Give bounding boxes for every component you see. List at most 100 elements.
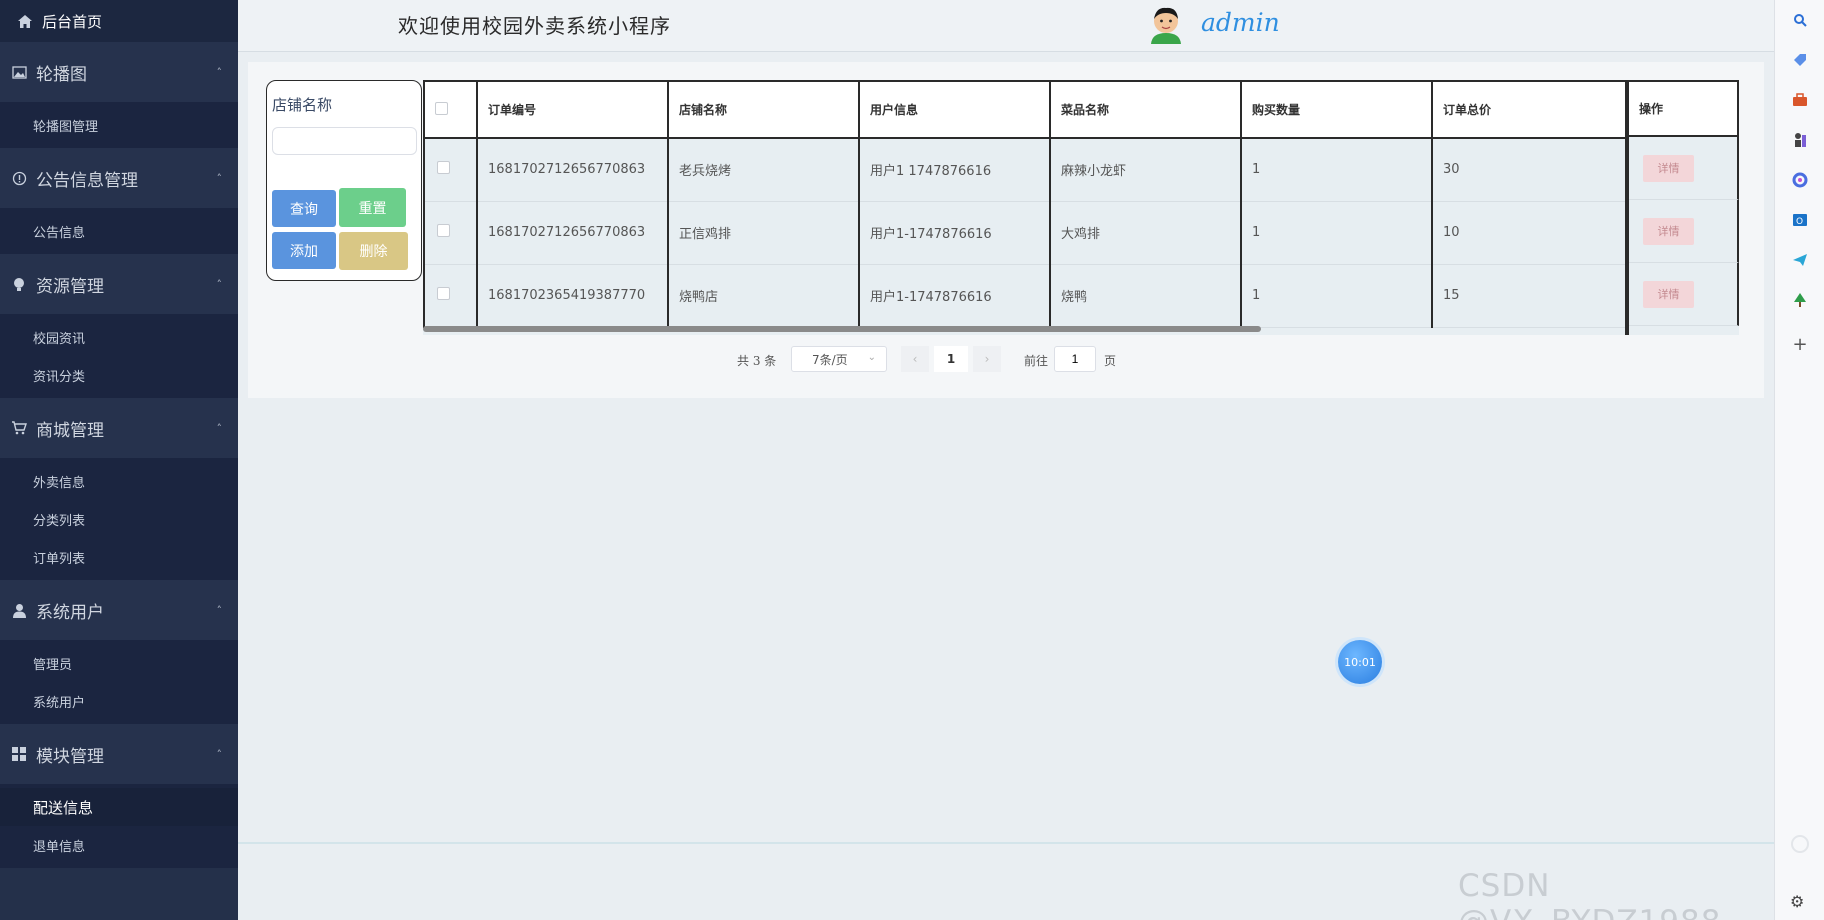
sidebar-group: 系统用户 ˄ 管理员 系统用户 [0,580,238,724]
avatar-icon[interactable] [1146,4,1186,44]
sidebar-group-label: 公告信息管理 [36,170,138,191]
sidebar-item[interactable]: 系统用户 [0,682,238,720]
send-icon[interactable] [1790,250,1810,270]
welcome-title: 欢迎使用校园外卖系统小程序 [398,14,671,38]
sidebar-group-header[interactable]: 系统用户 ˄ [0,580,238,640]
chevron-up-icon: ˄ [216,747,223,761]
goto-label: 前往 [1024,354,1049,368]
page-number-current[interactable]: 1 [934,346,968,372]
table-header-row: 订单编号 店铺名称 用户信息 菜品名称 购买数量 订单总价 [423,80,1627,139]
plus-icon[interactable]: + [1790,334,1810,355]
select-all-checkbox[interactable] [435,101,448,115]
col-operation: 操作 [1629,80,1739,137]
cart-icon [10,419,28,437]
chevron-up-icon: ˄ [216,277,223,291]
sidebar-item[interactable]: 校园资讯 [0,318,238,356]
detail-button[interactable]: 详情 [1643,217,1694,245]
search-icon[interactable] [1790,10,1810,30]
copilot-icon[interactable] [1790,170,1810,190]
cell-order-no: 1681702712656770863 [476,138,669,202]
cell-shop-name: 烧鸭店 [667,264,860,328]
chevron-right-icon: › [984,352,990,366]
sidebar-group: 商城管理 ˄ 外卖信息 分类列表 订单列表 [0,398,238,580]
reset-button[interactable]: 重置 [339,188,406,227]
total-count: 共 3 条 [737,354,777,368]
cell-shop-name: 老兵烧烤 [667,138,860,202]
row-checkbox[interactable] [437,224,450,237]
col-dish-name: 菜品名称 [1049,80,1242,139]
outlook-icon[interactable]: O [1790,210,1810,230]
table-row[interactable]: 1681702712656770863 正信鸡排 用户1-1747876616 大鸡排… [423,201,1627,265]
page-size-select[interactable]: 7条/页 ⌄ [791,346,887,372]
sidebar-item[interactable]: 配送信息 [0,788,238,826]
query-button[interactable]: 查询 [272,190,336,227]
delete-button[interactable]: 删除 [339,232,408,270]
cell-user-info: 用户1-1747876616 [858,264,1051,328]
shop-name-input[interactable] [272,127,417,155]
sidebar: 后台首页 轮播图 ˄ 轮播图管理 公告信息管理 ˄ 公告信息 资源管理 ˄ 校园资讯 资讯分类 商城… [0,0,238,920]
row-select-cell[interactable] [423,264,478,328]
sidebar-group-header[interactable]: 商城管理 ˄ [0,398,238,458]
sidebar-submenu: 管理员 系统用户 [0,640,238,724]
sidebar-item[interactable]: 退单信息 [0,826,238,864]
chevron-up-icon: ˄ [216,603,223,617]
table-row[interactable]: 1681702712656770863 老兵烧烤 用户1 1747876616 麻辣小… [423,138,1627,202]
sidebar-home-label: 后台首页 [42,12,103,31]
sidebar-item[interactable]: 轮播图管理 [0,106,238,144]
page-size-value: 7条/页 [812,352,848,367]
sidebar-group-header[interactable]: 轮播图 ˄ [0,42,238,102]
sidebar-group-header[interactable]: 公告信息管理 ˄ [0,148,238,208]
row-select-cell[interactable] [423,138,478,202]
row-checkbox[interactable] [437,287,450,300]
horizontal-scrollbar[interactable] [423,326,1261,332]
operation-cell: 详情 [1629,263,1739,326]
sidebar-group: 模块管理 ˄ 配送信息 退单信息 [0,724,238,868]
table-row[interactable]: 1681702365419387770 烧鸭店 用户1-1747876616 烧鸭 1 1… [423,264,1627,328]
col-total-price: 订单总价 [1431,80,1627,139]
col-user-info: 用户信息 [858,80,1051,139]
select-all-cell[interactable] [423,80,478,139]
sidebar-item[interactable]: 公告信息 [0,212,238,250]
sidebar-group: 公告信息管理 ˄ 公告信息 [0,148,238,254]
detail-button[interactable]: 详情 [1643,280,1694,308]
cell-quantity: 1 [1240,138,1433,202]
next-page-button[interactable]: › [973,346,1001,372]
prev-page-button[interactable]: ‹ [901,346,929,372]
cell-user-info: 用户1-1747876616 [858,201,1051,265]
cell-user-info: 用户1 1747876616 [858,138,1051,202]
username[interactable]: admin [1201,8,1280,37]
sidebar-group-header[interactable]: 模块管理 ˄ [0,724,238,784]
goto-page-input[interactable] [1054,346,1096,372]
chess-icon[interactable] [1790,130,1810,150]
sidebar-item[interactable]: 外卖信息 [0,462,238,500]
detail-button[interactable]: 详情 [1643,154,1694,182]
sidebar-group: 资源管理 ˄ 校园资讯 资讯分类 [0,254,238,398]
chevron-up-icon: ˄ [216,65,223,79]
sidebar-submenu: 校园资讯 资讯分类 [0,314,238,398]
tag-icon[interactable] [1790,50,1810,70]
sidebar-item[interactable]: 资讯分类 [0,356,238,394]
cell-dish-name: 大鸡排 [1049,201,1242,265]
cell-total-price: 15 [1431,264,1627,328]
circle-icon[interactable] [1790,834,1810,854]
sidebar-group-label: 商城管理 [36,420,104,441]
operation-cell: 详情 [1629,137,1739,200]
home-icon [18,14,32,28]
cell-order-no: 1681702365419387770 [476,264,669,328]
add-button[interactable]: 添加 [272,232,336,269]
row-checkbox[interactable] [437,161,450,175]
sidebar-item[interactable]: 订单列表 [0,538,238,576]
cell-total-price: 10 [1431,201,1627,265]
page-label: 页 [1104,354,1117,368]
sidebar-submenu: 外卖信息 分类列表 订单列表 [0,458,238,580]
sidebar-item[interactable]: 分类列表 [0,500,238,538]
clock-bubble[interactable]: 10:01 [1338,640,1382,684]
toolbox-icon[interactable] [1790,90,1810,110]
top-header: 欢迎使用校园外卖系统小程序 admin [238,0,1774,52]
sidebar-item[interactable]: 管理员 [0,644,238,682]
sidebar-group-header[interactable]: 资源管理 ˄ [0,254,238,314]
row-select-cell[interactable] [423,201,478,265]
gear-icon[interactable]: ⚙ [1790,892,1804,911]
sidebar-home[interactable]: 后台首页 [0,0,238,42]
tree-icon[interactable] [1790,290,1810,310]
